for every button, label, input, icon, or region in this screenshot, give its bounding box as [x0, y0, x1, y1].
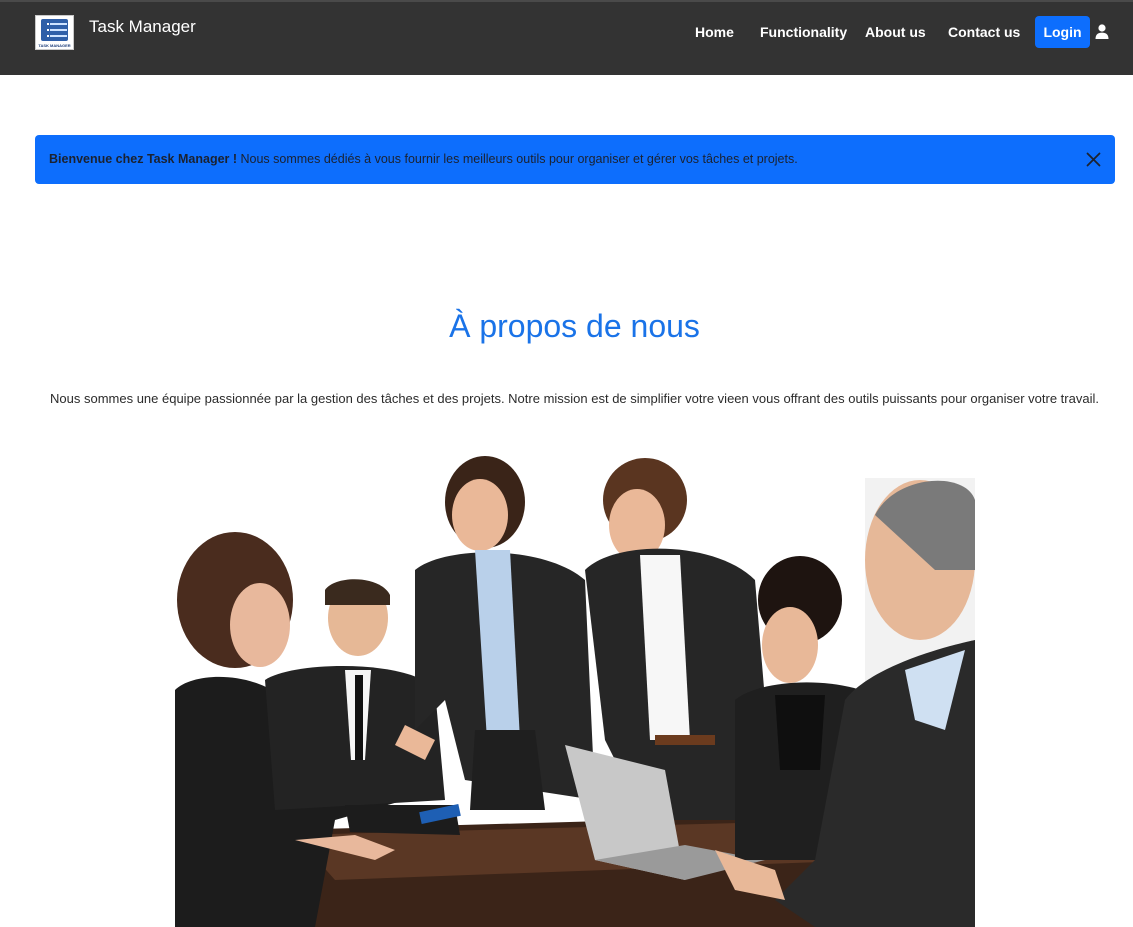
task-manager-logo[interactable]: TASK MANAGER: [35, 15, 74, 50]
alert-body-text: Nous sommes dédiés à vous fournir les me…: [237, 152, 798, 166]
logo-screen: [41, 19, 68, 41]
logo-caption: TASK MANAGER: [38, 43, 71, 48]
top-navbar: TASK MANAGER Task Manager Home Functiona…: [0, 0, 1133, 75]
about-title: À propos de nous: [449, 308, 700, 344]
nav-link-functionality[interactable]: Functionality: [760, 22, 847, 42]
nav-link-home[interactable]: Home: [695, 22, 734, 42]
nav-link-contact-us[interactable]: Contact us: [948, 22, 1020, 42]
alert-message: Bienvenue chez Task Manager ! Nous somme…: [49, 151, 1065, 168]
team-meeting-photo: [175, 440, 975, 927]
alert-strong-text: Bienvenue chez Task Manager !: [49, 152, 238, 166]
welcome-alert: Bienvenue chez Task Manager ! Nous somme…: [35, 135, 1115, 184]
close-icon[interactable]: [1086, 152, 1101, 167]
user-icon[interactable]: [1095, 24, 1109, 39]
about-description: Nous sommes une équipe passionnée par la…: [50, 391, 1099, 406]
brand-name[interactable]: Task Manager: [89, 16, 196, 38]
nav-link-about-us[interactable]: About us: [865, 22, 926, 42]
login-button[interactable]: Login: [1035, 16, 1090, 48]
